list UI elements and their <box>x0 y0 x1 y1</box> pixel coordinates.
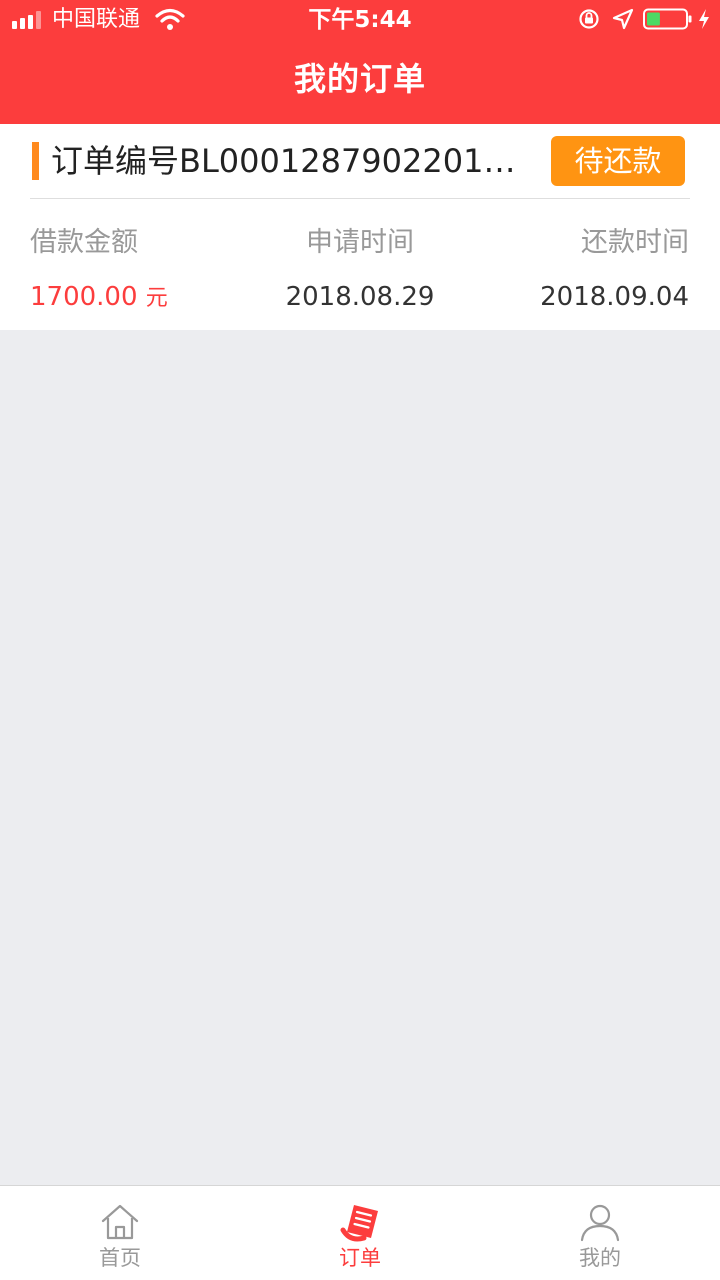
order-accent-bar <box>32 142 39 180</box>
tab-home-label: 首页 <box>99 1246 141 1270</box>
charging-icon <box>699 9 709 29</box>
battery-icon <box>643 8 692 30</box>
repay-time-label: 还款时间 <box>581 227 689 258</box>
order-card[interactable]: 订单编号BL00012879022018... 待还款 借款金额 申请时间 还款… <box>0 124 720 330</box>
tab-mine-label: 我的 <box>579 1246 621 1270</box>
tab-mine[interactable]: 我的 <box>480 1186 720 1280</box>
card-divider <box>30 198 690 199</box>
order-icon <box>340 1205 378 1242</box>
repay-time-value: 2018.09.04 <box>540 282 689 312</box>
user-icon <box>580 1204 620 1242</box>
order-status-button[interactable]: 待还款 <box>551 136 685 186</box>
tab-home[interactable]: 首页 <box>0 1186 240 1280</box>
tab-bar: 首页 订单 我的 <box>0 1185 720 1280</box>
tab-orders-label: 订单 <box>339 1246 381 1270</box>
header-bar: 中国联通 下午5:44 我的订单 <box>0 0 720 124</box>
tab-orders[interactable]: 订单 <box>240 1186 480 1280</box>
location-icon <box>612 8 634 30</box>
page-title: 我的订单 <box>293 60 426 98</box>
status-bar: 中国联通 下午5:44 <box>0 0 720 40</box>
orientation-lock-icon <box>579 9 599 29</box>
order-number: 订单编号BL00012879022018... <box>51 142 521 180</box>
home-icon <box>101 1204 139 1240</box>
